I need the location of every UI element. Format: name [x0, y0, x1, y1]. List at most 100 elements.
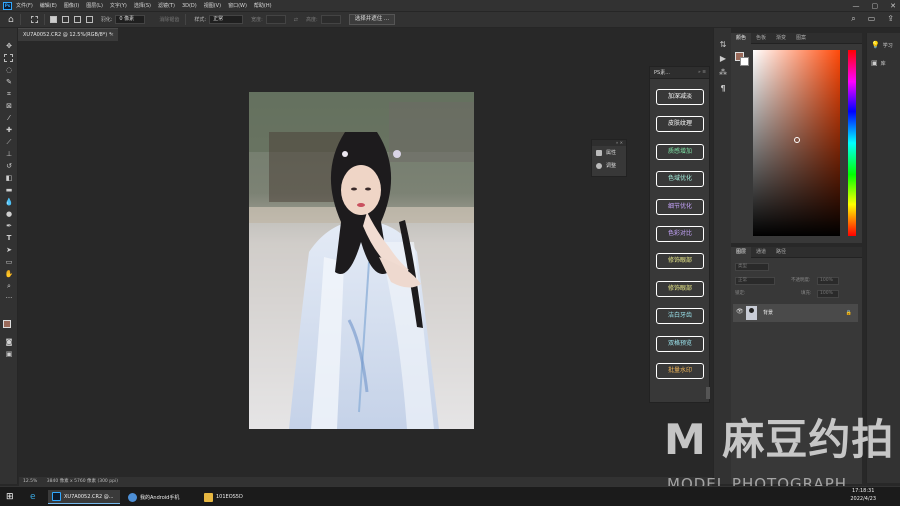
tab-swatches[interactable]: 色板: [751, 33, 771, 44]
taskbar-photoshop[interactable]: XU7A0052.CR2 @...: [48, 490, 120, 504]
subtract-selection-icon[interactable]: [73, 16, 81, 23]
plugin-button[interactable]: 质感增加: [656, 143, 704, 160]
marquee-rect-icon[interactable]: [30, 16, 38, 23]
quick-mask-icon[interactable]: ◙: [4, 338, 14, 347]
lasso-tool-icon[interactable]: ◌: [4, 66, 14, 75]
visibility-eye-icon[interactable]: 👁: [736, 309, 744, 315]
start-button[interactable]: ⊞: [6, 490, 14, 504]
taskbar-folder[interactable]: 101EOS5D: [204, 490, 243, 504]
search-icon[interactable]: ⌕: [851, 14, 855, 24]
plugin-button[interactable]: 色彩对比: [656, 226, 704, 242]
plugin-button[interactable]: 色域优化: [656, 171, 704, 188]
hand-tool-icon[interactable]: ✋: [4, 270, 14, 279]
swap-icon[interactable]: ⇄: [294, 17, 298, 23]
edge-browser-button[interactable]: e: [30, 490, 36, 504]
saturation-brightness-picker[interactable]: [753, 50, 840, 236]
history-icon[interactable]: ⇅: [718, 40, 728, 50]
intersect-selection-icon[interactable]: [85, 16, 93, 23]
frame-tool-icon[interactable]: ⊠: [4, 102, 14, 111]
menu-image[interactable]: 图像(I): [64, 2, 79, 9]
eyedropper-tool-icon[interactable]: ⁄: [4, 114, 14, 123]
learn-item[interactable]: 💡 学习: [871, 41, 893, 49]
zoom-tool-icon[interactable]: ⌕: [4, 282, 14, 291]
dodge-tool-icon[interactable]: ●: [4, 210, 14, 219]
height-input[interactable]: [320, 15, 341, 24]
play-icon[interactable]: ▶: [718, 54, 728, 64]
antialias-checkbox[interactable]: 消除锯齿: [159, 16, 179, 23]
brush-settings-icon[interactable]: ⁂: [718, 68, 728, 78]
character-icon[interactable]: ¶: [718, 84, 728, 94]
shape-tool-icon[interactable]: ▭: [4, 258, 14, 267]
layer-name[interactable]: 背景: [763, 304, 773, 322]
type-tool-icon[interactable]: T: [4, 234, 14, 243]
select-and-mask-button[interactable]: 选择并遮住 ...: [348, 14, 396, 25]
document-tab[interactable]: XU7A0052.CR2 @ 12.5%(RGB/8*) * ×: [18, 28, 118, 41]
plugin-panel-menu-icon[interactable]: » ≡: [698, 67, 706, 79]
layer-row-background[interactable]: 👁 背景 🔒: [733, 304, 858, 322]
plugin-button[interactable]: 修饰眼部: [656, 253, 704, 270]
path-select-tool-icon[interactable]: ➤: [4, 246, 14, 255]
document-image[interactable]: [249, 92, 474, 429]
style-select[interactable]: 正常: [209, 15, 244, 24]
tab-paths[interactable]: 路径: [771, 247, 791, 258]
menu-file[interactable]: 文件(F): [16, 2, 33, 9]
zoom-level[interactable]: 12.5%: [23, 479, 37, 484]
feather-input[interactable]: 0 像素: [115, 15, 146, 24]
more-tools-icon[interactable]: ···: [4, 294, 14, 303]
tab-color[interactable]: 颜色: [731, 32, 752, 44]
history-brush-tool-icon[interactable]: ↺: [4, 162, 14, 171]
brush-tool-icon[interactable]: ⟋: [4, 138, 14, 147]
stamp-tool-icon[interactable]: ⊥: [4, 150, 14, 159]
menu-type[interactable]: 文字(Y): [110, 2, 127, 9]
pen-tool-icon[interactable]: ✒: [4, 222, 14, 231]
blend-mode-select[interactable]: 正常: [735, 277, 775, 285]
libraries-item[interactable]: ▣ 库: [871, 59, 886, 67]
plugin-button[interactable]: 双格预览: [656, 335, 704, 352]
healing-tool-icon[interactable]: ✚: [4, 126, 14, 135]
menu-edit[interactable]: 编辑(E): [40, 2, 57, 9]
taskbar-android[interactable]: 我的Android手机: [128, 490, 179, 504]
plugin-button[interactable]: 细节优化: [656, 198, 704, 215]
plugin-panel-scrollbar[interactable]: [706, 387, 710, 399]
color-background-swatch[interactable]: [740, 57, 749, 66]
marquee-tool-icon[interactable]: [4, 54, 13, 62]
fill-input[interactable]: 100%: [817, 290, 839, 298]
menu-layer[interactable]: 图层(L): [86, 2, 103, 9]
close-icon[interactable]: ✕: [890, 2, 896, 10]
plugin-button[interactable]: 加深减淡: [656, 89, 704, 105]
hue-slider[interactable]: [848, 50, 856, 236]
menu-select[interactable]: 选择(S): [134, 2, 151, 9]
tab-channels[interactable]: 通道: [751, 247, 771, 258]
plugin-button[interactable]: 洁白牙齿: [656, 308, 704, 325]
opacity-input[interactable]: 100%: [817, 277, 839, 285]
foreground-color-swatch[interactable]: [3, 320, 11, 328]
new-selection-icon[interactable]: [49, 16, 57, 23]
minimize-icon[interactable]: —: [853, 2, 860, 10]
width-input[interactable]: [265, 15, 286, 24]
blur-tool-icon[interactable]: 💧: [4, 198, 14, 207]
gradient-tool-icon[interactable]: ▬: [4, 186, 14, 195]
crop-tool-icon[interactable]: ⌗: [4, 90, 14, 99]
tab-gradients[interactable]: 渐变: [771, 33, 791, 44]
plugin-button[interactable]: 修饰眼部: [656, 280, 704, 297]
system-clock[interactable]: 17:18:31 2022/4/23: [850, 487, 876, 503]
quick-select-tool-icon[interactable]: ✎: [4, 78, 14, 87]
plugin-button[interactable]: 批量水印: [656, 363, 704, 379]
maximize-icon[interactable]: ▢: [872, 2, 879, 10]
layer-lock-icon[interactable]: 🔒: [846, 304, 852, 322]
move-tool-icon[interactable]: ✥: [4, 42, 14, 51]
eraser-tool-icon[interactable]: ◧: [4, 174, 14, 183]
menu-window[interactable]: 窗口(W): [228, 2, 247, 9]
screen-mode-icon[interactable]: ▣: [4, 350, 14, 359]
menu-filter[interactable]: 滤镜(T): [158, 2, 175, 9]
tab-patterns[interactable]: 图案: [791, 33, 811, 44]
layer-kind-filter[interactable]: 类型: [735, 263, 769, 271]
menu-view[interactable]: 视图(V): [204, 2, 221, 9]
menu-help[interactable]: 帮助(H): [254, 2, 272, 9]
picker-cursor[interactable]: [794, 137, 800, 143]
menu-3d[interactable]: 3D(D): [182, 3, 197, 9]
add-selection-icon[interactable]: [61, 16, 69, 23]
share-icon[interactable]: ⇪: [887, 14, 894, 24]
close-tab-icon[interactable]: ×: [110, 29, 114, 41]
properties-item[interactable]: 属性: [592, 146, 626, 159]
